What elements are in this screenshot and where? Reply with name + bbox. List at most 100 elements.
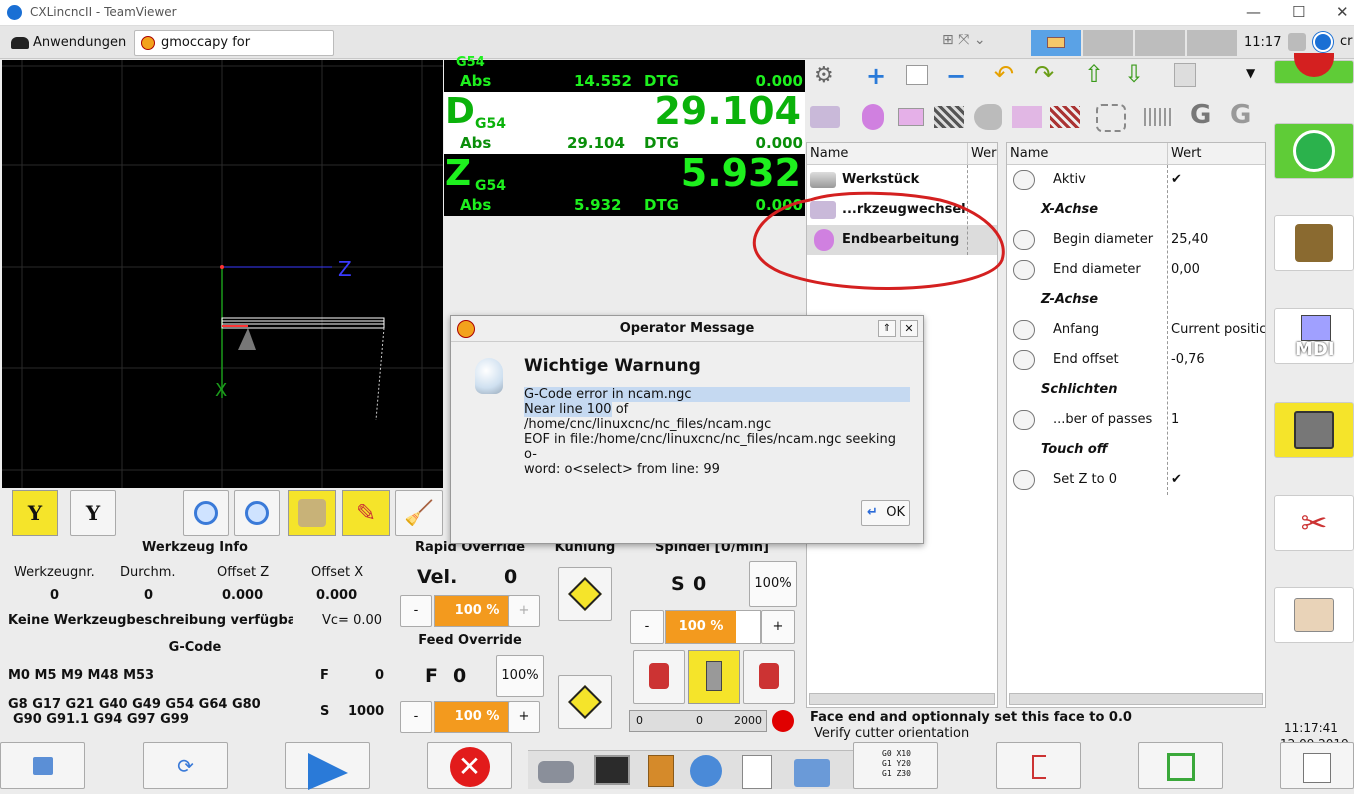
- rapid-minus-button[interactable]: -: [400, 595, 432, 627]
- redo-icon[interactable]: ↷: [1034, 60, 1054, 88]
- profile-tool-icon[interactable]: [1050, 106, 1080, 128]
- param-row[interactable]: Anfang Current positic: [1007, 315, 1265, 345]
- network-icon[interactable]: [1288, 33, 1306, 51]
- gcode-view-button[interactable]: G0 X10 G1 Y20 G1 Z30: [853, 742, 938, 789]
- workspace-1[interactable]: [1031, 30, 1081, 56]
- param-row[interactable]: Set Z to 0 ✔: [1007, 465, 1265, 495]
- edit-button[interactable]: ✎: [342, 490, 390, 536]
- groove-tool-icon[interactable]: [1012, 106, 1042, 128]
- reload-button[interactable]: ⟳: [143, 742, 228, 789]
- move-up-icon[interactable]: ⇧: [1084, 60, 1104, 88]
- send-icon[interactable]: [1174, 63, 1196, 87]
- spindle-plus-button[interactable]: +: [761, 610, 795, 644]
- view-y-button[interactable]: Y: [12, 490, 58, 536]
- facing-tool-icon[interactable]: [862, 104, 884, 130]
- param-value[interactable]: ✔: [1171, 165, 1265, 195]
- cabinet-icon[interactable]: [648, 755, 674, 787]
- exit-button[interactable]: [996, 742, 1081, 789]
- grid-icon[interactable]: ⊞ ⤧ ⌄: [942, 32, 986, 48]
- param-row[interactable]: X-Achse: [1007, 195, 1265, 225]
- dro-d[interactable]: D G54 29.104 Abs 29.104 DTG 0.000: [444, 90, 805, 154]
- manual-mode-button[interactable]: [1274, 215, 1354, 271]
- mist-coolant-button[interactable]: [558, 675, 612, 729]
- zoom-out-button[interactable]: [234, 490, 280, 536]
- turning-tool-icon[interactable]: [898, 108, 924, 126]
- param-row[interactable]: Z-Achse: [1007, 285, 1265, 315]
- taskbar-window-gmoccapy[interactable]: gmoccapy for LinuxCNC...: [134, 30, 334, 74]
- terminal-icon[interactable]: [594, 755, 630, 785]
- clear-plot-button[interactable]: 🧹: [395, 490, 443, 536]
- param-value[interactable]: -0,76: [1171, 345, 1265, 375]
- param-row[interactable]: End diameter 0,00: [1007, 255, 1265, 285]
- dialog-maximize-icon[interactable]: ⇑: [878, 320, 896, 337]
- open-file-button[interactable]: [0, 742, 85, 789]
- thread-icon[interactable]: [1144, 108, 1174, 126]
- conv-param-table[interactable]: Name Wert Aktiv ✔ X-Achse Begin diameter 25,…: [1006, 142, 1266, 708]
- estop-button[interactable]: [1274, 53, 1354, 84]
- tool-path-button[interactable]: [288, 490, 336, 536]
- rapid-plus-button[interactable]: +: [508, 595, 540, 627]
- fullscreen-button[interactable]: [1138, 742, 1223, 789]
- maximize-icon[interactable]: ☐: [1292, 3, 1305, 21]
- param-value[interactable]: 0,00: [1171, 255, 1265, 285]
- minimize-icon[interactable]: —: [1246, 3, 1261, 21]
- toolchange-tool-icon[interactable]: [810, 106, 840, 128]
- run-program-button[interactable]: [285, 742, 370, 790]
- user-tabs-button[interactable]: [1274, 587, 1354, 643]
- copy-icon[interactable]: [906, 65, 928, 85]
- zoom-in-button[interactable]: [183, 490, 229, 536]
- mdi-mode-button[interactable]: MDI: [1274, 308, 1354, 364]
- toolbar-dropdown-icon[interactable]: ▼: [1246, 66, 1255, 80]
- dialog-close-icon[interactable]: ✕: [900, 320, 918, 337]
- param-row[interactable]: End offset -0,76: [1007, 345, 1265, 375]
- settings-button[interactable]: ✂: [1274, 495, 1354, 551]
- dialog-ok-button[interactable]: ↵ OK: [861, 500, 910, 526]
- param-table-hscrollbar[interactable]: [1009, 693, 1263, 705]
- conv-list-hscrollbar[interactable]: [809, 693, 995, 705]
- param-value[interactable]: 1: [1171, 405, 1265, 435]
- view-y-rotated-button[interactable]: Y: [70, 490, 116, 536]
- spindle-minus-button[interactable]: -: [630, 610, 664, 644]
- g-code-icon[interactable]: G: [1190, 100, 1211, 130]
- applications-menu[interactable]: Anwendungen: [4, 30, 133, 56]
- close-icon[interactable]: ✕: [1336, 3, 1349, 21]
- param-row[interactable]: Begin diameter 25,40: [1007, 225, 1265, 255]
- param-row[interactable]: Touch off: [1007, 435, 1265, 465]
- undo-icon[interactable]: ↶: [994, 60, 1014, 88]
- param-row[interactable]: Schlichten: [1007, 375, 1265, 405]
- stop-program-button[interactable]: ✕: [427, 742, 512, 789]
- edit-program-button[interactable]: [1280, 742, 1354, 789]
- settings-gear-icon[interactable]: ⚙: [814, 63, 834, 88]
- bore-tool-icon[interactable]: [974, 104, 1002, 130]
- workspace-3[interactable]: [1135, 30, 1185, 56]
- document-search-icon[interactable]: [742, 755, 772, 789]
- auto-mode-button[interactable]: [1274, 402, 1354, 458]
- spindle-cw-button[interactable]: [743, 650, 795, 704]
- move-down-icon[interactable]: ⇩: [1124, 60, 1144, 88]
- gcode-preview[interactable]: Z X: [2, 60, 443, 488]
- drill-pattern-icon[interactable]: [1096, 104, 1126, 132]
- flood-coolant-button[interactable]: [558, 567, 612, 621]
- param-row[interactable]: ...ber of passes 1: [1007, 405, 1265, 435]
- teamviewer-tray-icon[interactable]: [1313, 32, 1333, 52]
- spindle-ccw-button[interactable]: [633, 650, 685, 704]
- param-row[interactable]: Aktiv ✔: [1007, 165, 1265, 195]
- drive-icon[interactable]: [538, 761, 574, 783]
- spindle-100-button[interactable]: 100%: [749, 561, 797, 607]
- feed-100-button[interactable]: 100%: [496, 655, 544, 697]
- add-icon[interactable]: +: [866, 62, 886, 90]
- machine-power-button[interactable]: [1274, 123, 1354, 179]
- feed-plus-button[interactable]: +: [508, 701, 540, 733]
- spindle-slider[interactable]: 100 %: [665, 610, 761, 644]
- folder-icon[interactable]: [794, 759, 830, 787]
- remove-icon[interactable]: −: [946, 62, 966, 90]
- param-value[interactable]: 25,40: [1171, 225, 1265, 255]
- spindle-stop-button[interactable]: [688, 650, 740, 704]
- workspace-2[interactable]: [1083, 30, 1133, 56]
- g-code-export-icon[interactable]: G: [1230, 100, 1251, 130]
- workspace-4[interactable]: [1187, 30, 1237, 56]
- param-value[interactable]: Current positic: [1171, 315, 1265, 345]
- globe-icon[interactable]: [690, 755, 722, 787]
- param-value[interactable]: ✔: [1171, 465, 1265, 495]
- dro-x[interactable]: G54 Abs 14.552 DTG 0.000: [444, 55, 805, 92]
